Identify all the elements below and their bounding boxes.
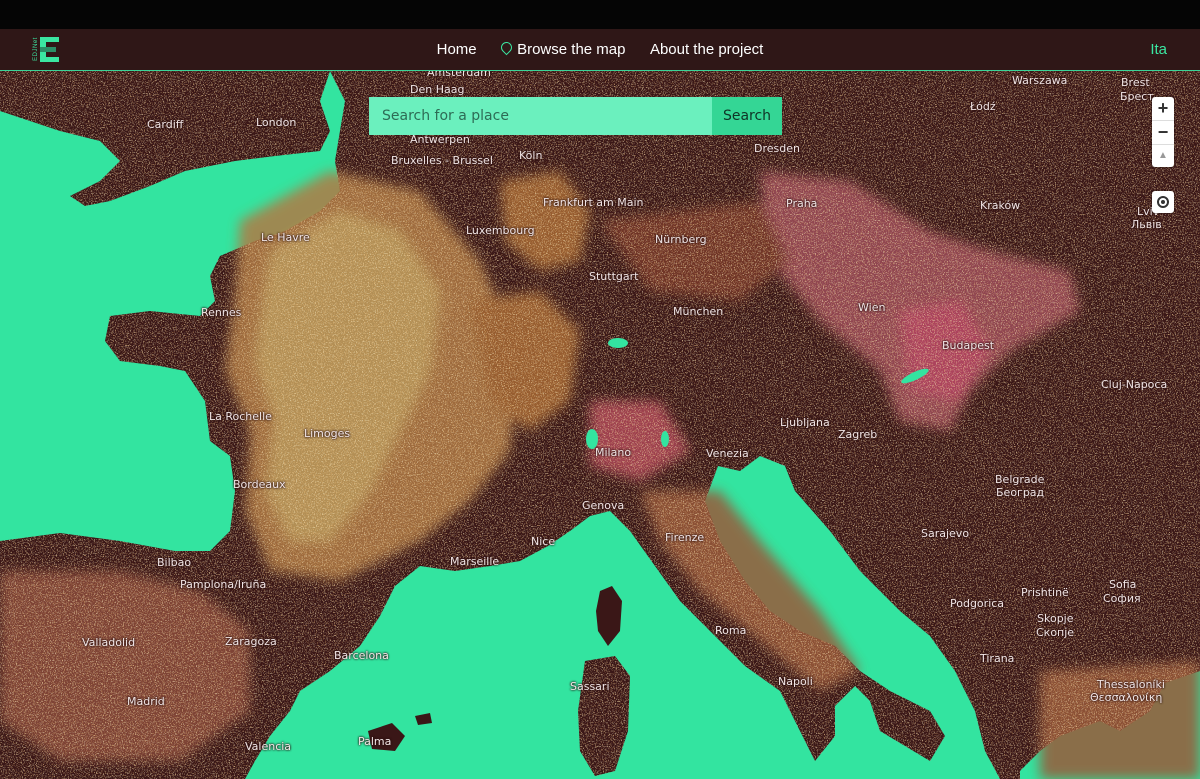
city-label: Bruxelles - Brussel	[391, 154, 493, 167]
nav-home-label: Home	[436, 41, 477, 58]
city-label: Dresden	[754, 142, 800, 155]
city-label: Zaragoza	[225, 635, 277, 648]
city-label: Rennes	[201, 306, 242, 319]
city-label: Brest	[1121, 76, 1150, 89]
city-label: Wien	[858, 301, 886, 314]
city-label: Łódź	[970, 100, 996, 113]
nav-about-link[interactable]: About the project	[650, 29, 763, 70]
city-label: Львів	[1131, 218, 1162, 231]
lake-constance	[608, 338, 628, 348]
compass-reset-button[interactable]: ▲	[1152, 145, 1174, 168]
nav-browse-link[interactable]: Browse the map	[498, 29, 626, 70]
main-menu: Home Browse the map About the project	[0, 29, 1200, 70]
city-label: Nürnberg	[655, 233, 707, 246]
city-label: Marseille	[450, 555, 500, 568]
city-label: Tirana	[980, 652, 1015, 665]
geolocate-button[interactable]	[1152, 191, 1174, 213]
city-label: Kraków	[980, 199, 1021, 212]
city-label: Скопје	[1036, 626, 1075, 639]
city-label: Limoges	[304, 427, 351, 440]
city-label: Warszawa	[1012, 74, 1068, 87]
city-label: Sofia	[1109, 578, 1137, 591]
city-label: Budapest	[942, 339, 995, 352]
city-label: Podgorica	[950, 597, 1005, 610]
city-label: Genova	[582, 499, 625, 512]
city-label: Luxembourg	[466, 224, 535, 237]
city-label: London	[256, 116, 297, 129]
city-label: Sassari	[570, 680, 610, 693]
city-label: Zagreb	[838, 428, 878, 441]
city-label: Valencia	[245, 740, 292, 753]
search-input[interactable]	[369, 97, 712, 135]
city-label: Den Haag	[410, 83, 465, 96]
map-canvas[interactable]: Amsterdam Den Haag Warszawa Brest Брест …	[0, 71, 1200, 779]
map-pin-icon	[498, 39, 515, 56]
city-label: Frankfurt am Main	[543, 196, 644, 209]
city-label: La Rochelle	[209, 410, 272, 423]
city-label: Prishtinë	[1021, 586, 1069, 599]
city-label: Cluj-Napoca	[1101, 378, 1168, 391]
city-label: Valladolid	[82, 636, 136, 649]
language-switch[interactable]: Ita	[1150, 29, 1167, 70]
city-label: Skopje	[1037, 612, 1074, 625]
city-label: Le Havre	[261, 231, 310, 244]
city-label: Београд	[996, 486, 1045, 499]
city-label: Cardiff	[147, 118, 184, 131]
city-label: София	[1103, 592, 1141, 605]
zoom-control: + − ▲	[1152, 97, 1174, 167]
search-button[interactable]: Search	[712, 97, 782, 135]
zoom-in-button[interactable]: +	[1152, 97, 1174, 121]
city-label: Nice	[531, 535, 556, 548]
lake-garda	[661, 431, 669, 447]
city-label: Ljubljana	[780, 416, 830, 429]
navbar: EDJNet Home Browse the map About the pro…	[0, 29, 1200, 71]
city-label: Köln	[519, 149, 543, 162]
city-label: Amsterdam	[427, 71, 491, 79]
city-label: Barcelona	[334, 649, 389, 662]
city-label: Palma	[358, 735, 392, 748]
city-label: Pamplona/Iruña	[180, 578, 267, 591]
crosshair-icon	[1157, 196, 1169, 208]
city-label: Milano	[595, 446, 632, 459]
city-label: Bilbao	[157, 556, 192, 569]
city-label: Roma	[715, 624, 747, 637]
city-label: Thessaloníki	[1097, 678, 1165, 691]
window-top-bar	[0, 0, 1200, 29]
nav-home-link[interactable]: Home	[437, 29, 477, 70]
city-label: Sarajevo	[921, 527, 970, 540]
city-label: Madrid	[127, 695, 165, 708]
city-label: Firenze	[665, 531, 705, 544]
city-label: Bordeaux	[233, 478, 286, 491]
city-label: Antwerpen	[410, 133, 470, 146]
city-label: Stuttgart	[589, 270, 639, 283]
city-label: München	[673, 305, 724, 318]
map-svg	[0, 71, 1200, 779]
city-label: Θεσσαλονίκη	[1090, 691, 1163, 704]
nav-browse-label: Browse the map	[517, 41, 626, 58]
city-label: Belgrade	[995, 473, 1045, 486]
nav-about-label: About the project	[649, 41, 764, 58]
city-label: Napoli	[778, 675, 813, 688]
city-label: Venezia	[706, 447, 749, 460]
place-search: Search	[369, 97, 782, 135]
city-label: Praha	[786, 197, 818, 210]
zoom-out-button[interactable]: −	[1152, 121, 1174, 145]
city-label: Брест	[1120, 90, 1154, 103]
